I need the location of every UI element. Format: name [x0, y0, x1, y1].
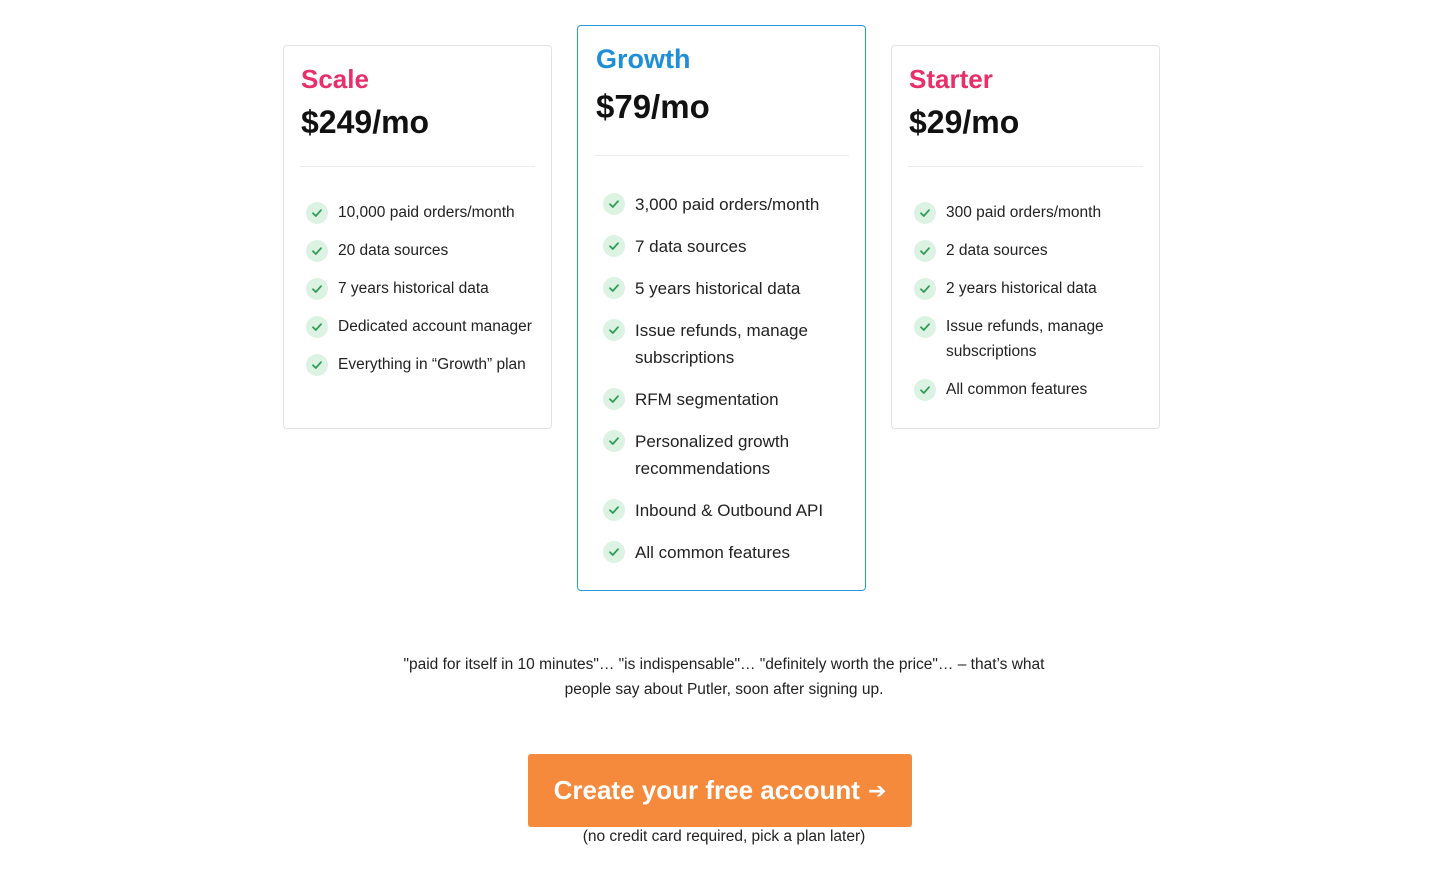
divider [594, 155, 849, 156]
check-icon [914, 202, 936, 224]
feature-item: 2 years historical data [914, 276, 1149, 301]
plan-price: $79/mo [596, 88, 710, 125]
check-icon [603, 541, 625, 563]
arrow-right-icon: ➔ [867, 777, 887, 803]
feature-text: 2 data sources [946, 242, 1048, 259]
feature-item: Personalized growth recommendations [603, 428, 855, 482]
check-icon [603, 235, 625, 257]
feature-item: 2 data sources [914, 238, 1149, 263]
feature-item: 20 data sources [306, 238, 541, 263]
feature-text: 3,000 paid orders/month [635, 195, 820, 214]
feature-text: Issue refunds, manage subscriptions [946, 318, 1104, 360]
feature-item: All common features [914, 377, 1149, 402]
plan-price: $249/mo [301, 104, 430, 140]
check-icon [603, 319, 625, 341]
check-icon [914, 379, 936, 401]
feature-item: 3,000 paid orders/month [603, 191, 855, 218]
feature-text: All common features [946, 381, 1088, 398]
feature-item: 300 paid orders/month [914, 200, 1149, 225]
plan-card-starter: Starter $29/mo 300 paid orders/month 2 d… [891, 45, 1160, 429]
check-icon [306, 354, 328, 376]
feature-item: Dedicated account manager [306, 314, 541, 339]
check-icon [603, 430, 625, 452]
feature-text: 10,000 paid orders/month [338, 204, 515, 221]
feature-text: 20 data sources [338, 242, 449, 259]
feature-item: 10,000 paid orders/month [306, 200, 541, 225]
feature-item: 7 years historical data [306, 276, 541, 301]
check-icon [306, 316, 328, 338]
check-icon [914, 240, 936, 262]
check-icon [914, 278, 936, 300]
plan-name: Growth [596, 44, 691, 74]
feature-text: 2 years historical data [946, 280, 1097, 297]
feature-item: Issue refunds, manage subscriptions [603, 317, 855, 371]
check-icon [603, 193, 625, 215]
check-icon [603, 277, 625, 299]
feature-text: 300 paid orders/month [946, 204, 1102, 221]
divider [300, 166, 535, 167]
check-icon [603, 388, 625, 410]
feature-item: 5 years historical data [603, 275, 855, 302]
divider [908, 166, 1143, 167]
create-account-button[interactable]: Create your free account ➔ [528, 754, 912, 827]
check-icon [306, 202, 328, 224]
feature-list: 3,000 paid orders/month 7 data sources 5… [603, 191, 855, 581]
plan-card-growth: Growth $79/mo 3,000 paid orders/month 7 … [577, 25, 866, 591]
feature-item: Issue refunds, manage subscriptions [914, 314, 1149, 364]
feature-text: 5 years historical data [635, 279, 801, 298]
feature-list: 300 paid orders/month 2 data sources 2 y… [914, 200, 1149, 415]
plan-name: Scale [301, 64, 369, 94]
cta-note: (no credit card required, pick a plan la… [582, 828, 866, 845]
plan-card-scale: Scale $249/mo 10,000 paid orders/month 2… [283, 45, 552, 429]
feature-text: Personalized growth recommendations [635, 432, 790, 478]
feature-text: 7 years historical data [338, 280, 489, 297]
feature-item: Everything in “Growth” plan [306, 352, 541, 377]
feature-item: RFM segmentation [603, 386, 855, 413]
feature-item: Inbound & Outbound API [603, 497, 855, 524]
plan-name: Starter [909, 64, 993, 94]
check-icon [306, 240, 328, 262]
feature-list: 10,000 paid orders/month 20 data sources… [306, 200, 541, 390]
feature-text: RFM segmentation [635, 390, 779, 409]
feature-item: 7 data sources [603, 233, 855, 260]
feature-text: All common features [635, 543, 790, 562]
feature-text: Dedicated account manager [338, 318, 532, 335]
feature-text: Issue refunds, manage subscriptions [635, 321, 808, 367]
feature-text: Everything in “Growth” plan [338, 356, 526, 373]
testimonial-quote: "paid for itself in 10 minutes"… "is ind… [403, 656, 1045, 698]
create-account-label: Create your free account [553, 775, 860, 805]
feature-text: Inbound & Outbound API [635, 501, 824, 520]
check-icon [306, 278, 328, 300]
plan-price: $29/mo [909, 104, 1020, 140]
check-icon [914, 316, 936, 338]
feature-text: 7 data sources [635, 237, 747, 256]
feature-item: All common features [603, 539, 855, 566]
check-icon [603, 499, 625, 521]
